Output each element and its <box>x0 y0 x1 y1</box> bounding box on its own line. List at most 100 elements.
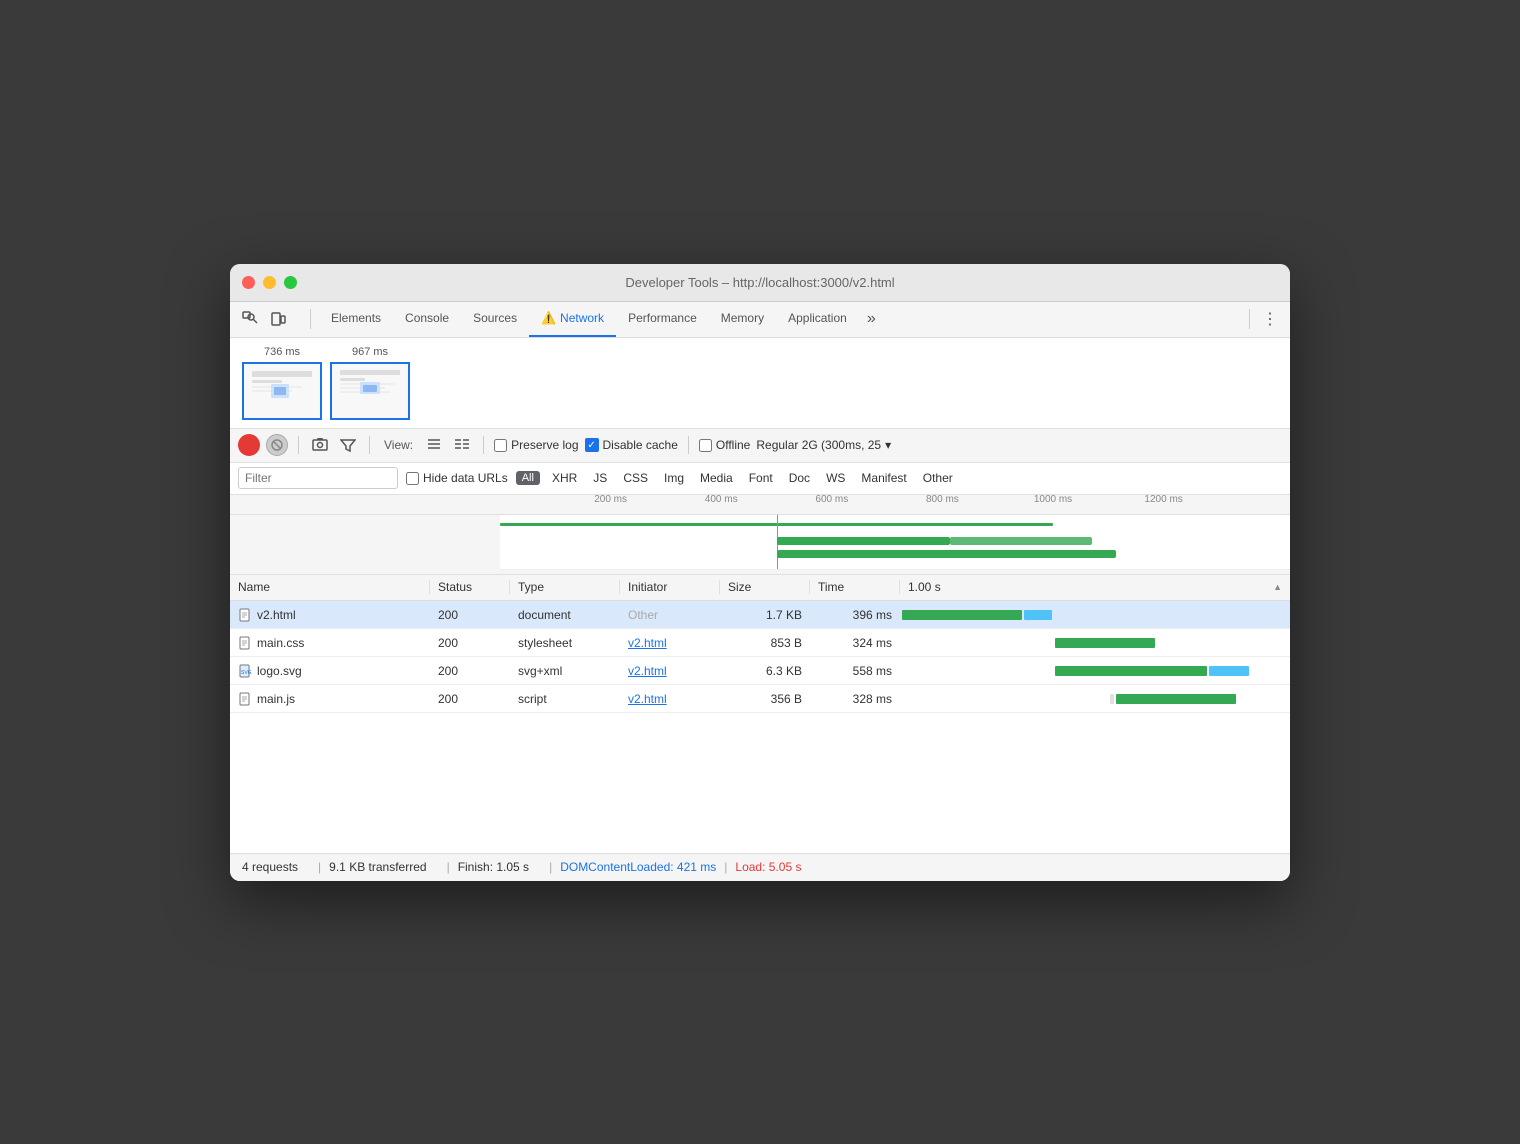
filter-css[interactable]: CSS <box>619 470 652 486</box>
tl-green-bar-2 <box>777 537 951 545</box>
td-initiator-4: v2.html <box>620 692 720 706</box>
filter-manifest[interactable]: Manifest <box>857 470 910 486</box>
close-button[interactable] <box>242 276 255 289</box>
more-tabs-button[interactable]: » <box>859 301 884 337</box>
filter-xhr[interactable]: XHR <box>548 470 581 486</box>
td-status-2: 200 <box>430 636 510 650</box>
inspect-element-icon[interactable] <box>238 307 262 331</box>
filter-img[interactable]: Img <box>660 470 688 486</box>
offline-checkbox[interactable] <box>699 439 712 452</box>
filter-font[interactable]: Font <box>745 470 777 486</box>
ruler-1200ms: 1200 ms <box>1144 495 1182 506</box>
tl-teal-bar <box>950 537 1092 545</box>
ruler-marks: 200 ms 400 ms 600 ms 800 ms 1000 ms 1200… <box>500 495 1290 515</box>
filter-input[interactable] <box>238 467 398 489</box>
tab-elements[interactable]: Elements <box>319 301 393 337</box>
waterfall-3 <box>900 657 1290 685</box>
throttle-group: Regular 2G (300ms, 25 ▾ <box>756 438 891 452</box>
offline-group: Offline <box>699 438 750 452</box>
table-row[interactable]: main.css 200 stylesheet v2.html 853 B 32… <box>230 629 1290 657</box>
th-size: Size <box>720 580 810 594</box>
wf-green-3 <box>1055 666 1207 676</box>
status-bar: 4 requests | 9.1 KB transferred | Finish… <box>230 853 1290 881</box>
td-name-1: v2.html <box>230 608 430 622</box>
filter-icon[interactable] <box>337 434 359 456</box>
filmstrip-thumb-1 <box>242 362 322 420</box>
filter-ws[interactable]: WS <box>822 470 849 486</box>
td-type-4: script <box>510 692 620 706</box>
td-initiator-2: v2.html <box>620 636 720 650</box>
tab-performance[interactable]: Performance <box>616 301 709 337</box>
td-type-1: document <box>510 608 620 622</box>
table-row[interactable]: v2.html 200 document Other 1.7 KB 396 ms <box>230 601 1290 629</box>
th-waterfall[interactable]: 1.00 s ▲ <box>900 580 1290 594</box>
tab-network[interactable]: ⚠️ Network <box>529 301 616 337</box>
td-time-2: 324 ms <box>810 636 900 650</box>
devtools-icon-group <box>238 307 290 331</box>
hide-data-urls-checkbox[interactable] <box>406 472 419 485</box>
td-type-2: stylesheet <box>510 636 620 650</box>
maximize-button[interactable] <box>284 276 297 289</box>
toolbar-divider-2 <box>369 436 370 454</box>
preserve-log-checkbox[interactable] <box>494 439 507 452</box>
waterfall-4 <box>900 685 1290 713</box>
devtools-menu-button[interactable]: ⋮ <box>1258 307 1282 331</box>
wf-green-4 <box>1116 694 1236 704</box>
finish-time: Finish: 1.05 s <box>458 860 541 874</box>
filmstrip-item-1[interactable]: 736 ms <box>242 346 322 420</box>
preserve-log-group: Preserve log <box>494 438 578 452</box>
th-name: Name <box>230 580 430 594</box>
td-initiator-3: v2.html <box>620 664 720 678</box>
td-type-3: svg+xml <box>510 664 620 678</box>
timeline-chart <box>500 515 1290 570</box>
filter-other[interactable]: Other <box>919 470 957 486</box>
filter-media[interactable]: Media <box>696 470 737 486</box>
td-size-4: 356 B <box>720 692 810 706</box>
waterfall-1 <box>900 601 1290 629</box>
minimize-button[interactable] <box>263 276 276 289</box>
stylesheet-icon <box>238 636 252 650</box>
filter-js[interactable]: JS <box>589 470 611 486</box>
tab-application[interactable]: Application <box>776 301 859 337</box>
list-view-icon[interactable] <box>423 434 445 456</box>
th-time: Time <box>810 580 900 594</box>
td-status-1: 200 <box>430 608 510 622</box>
network-toolbar: View: Preserve log ✓ Disab <box>230 429 1290 463</box>
table-row[interactable]: SVG logo.svg 200 svg+xml v2.html 6.3 KB … <box>230 657 1290 685</box>
td-status-4: 200 <box>430 692 510 706</box>
td-name-3: SVG logo.svg <box>230 664 430 678</box>
svg-icon: SVG <box>238 664 252 678</box>
empty-table-space <box>230 713 1290 853</box>
filter-all-badge[interactable]: All <box>516 471 540 485</box>
td-size-2: 853 B <box>720 636 810 650</box>
dom-content-loaded[interactable]: DOMContentLoaded: 421 ms <box>560 860 716 874</box>
tab-sources[interactable]: Sources <box>461 301 529 337</box>
screenshot-icon[interactable] <box>309 434 331 456</box>
tab-console[interactable]: Console <box>393 301 461 337</box>
disable-cache-group: ✓ Disable cache <box>585 438 678 452</box>
view-label: View: <box>384 438 413 452</box>
filter-bar: Hide data URLs All XHR JS CSS Img Media … <box>230 463 1290 495</box>
toolbar-divider-3 <box>483 436 484 454</box>
filmstrip-bar: 736 ms 967 ms <box>230 338 1290 429</box>
tab-bar-divider <box>310 309 311 329</box>
filter-doc[interactable]: Doc <box>785 470 814 486</box>
throttle-dropdown-icon[interactable]: ▾ <box>885 438 891 452</box>
devtools-window: Developer Tools – http://localhost:3000/… <box>230 264 1290 881</box>
th-status: Status <box>430 580 510 594</box>
table-row[interactable]: main.js 200 script v2.html 356 B 328 ms <box>230 685 1290 713</box>
ruler-400ms: 400 ms <box>705 495 738 506</box>
timeline-header: 200 ms 400 ms 600 ms 800 ms 1000 ms 1200… <box>230 495 1290 575</box>
wf-green-2 <box>1055 638 1155 648</box>
disable-cache-checkbox[interactable]: ✓ <box>585 438 599 452</box>
filmstrip-item-2[interactable]: 967 ms <box>330 346 410 420</box>
tab-memory[interactable]: Memory <box>709 301 776 337</box>
load-time: Load: 5.05 s <box>735 860 801 874</box>
group-view-icon[interactable] <box>451 434 473 456</box>
record-button[interactable] <box>238 434 260 456</box>
device-toolbar-icon[interactable] <box>266 307 290 331</box>
clear-button[interactable] <box>266 434 288 456</box>
svg-text:SVG: SVG <box>241 670 252 676</box>
toolbar-divider-4 <box>688 436 689 454</box>
traffic-lights <box>242 276 297 289</box>
